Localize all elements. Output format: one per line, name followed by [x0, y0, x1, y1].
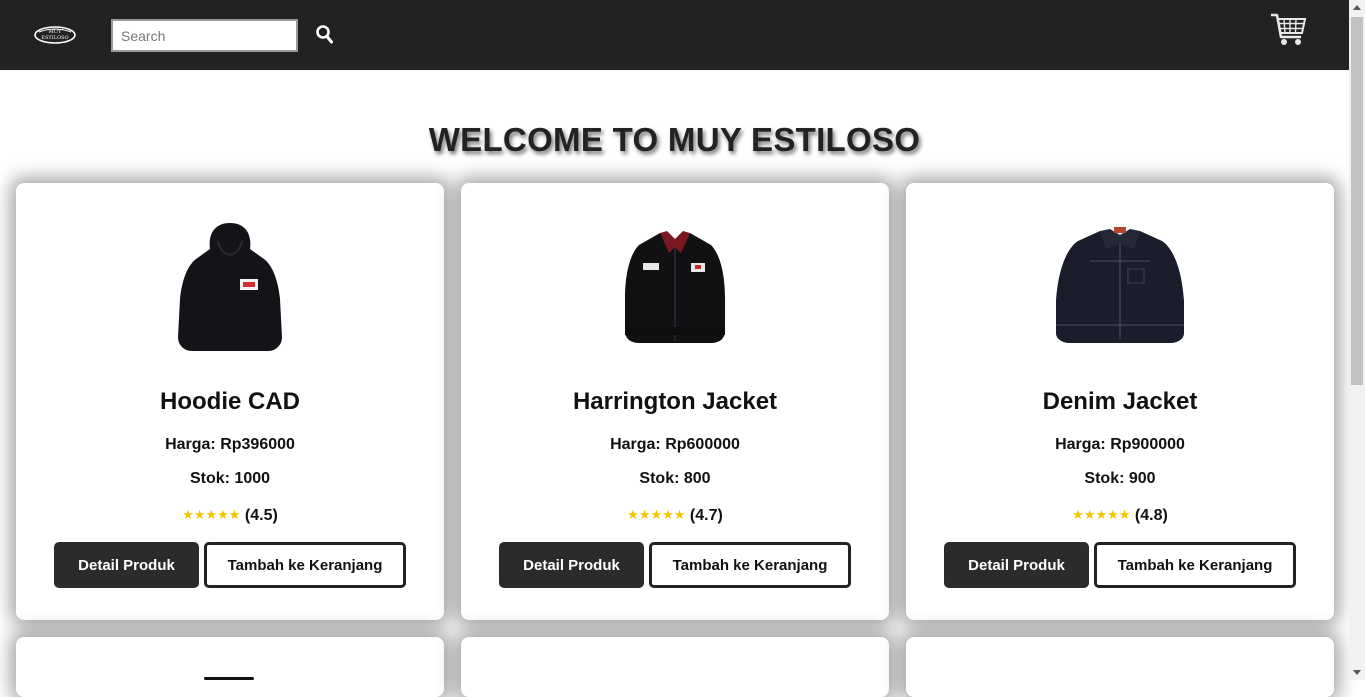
shopping-cart-icon[interactable]: [1269, 11, 1307, 49]
product-card: Harrington Jacket Harga: Rp600000 Stok: …: [461, 183, 889, 620]
product-image-denim[interactable]: [906, 219, 1334, 359]
product-rating: ★★★★★ (4.8): [906, 507, 1334, 525]
product-stock: Stok: 800: [639, 470, 711, 487]
add-to-cart-button[interactable]: Tambah ke Keranjang: [649, 542, 851, 588]
product-card: Denim Jacket Harga: Rp900000 Stok: 900 ★…: [906, 183, 1334, 620]
scroll-down-arrow-icon[interactable]: [1349, 664, 1365, 680]
search-input[interactable]: [111, 19, 298, 52]
star-rating-icon: ★★★★★: [627, 507, 686, 522]
rating-value: (4.8): [1134, 507, 1168, 524]
product-card: [906, 637, 1334, 697]
welcome-heading: WELCOME TO MUY ESTILOSO: [428, 121, 921, 158]
star-rating-icon: ★★★★★: [182, 507, 241, 522]
rating-value: (4.7): [689, 507, 723, 524]
star-rating-icon: ★★★★★: [1072, 507, 1131, 522]
detail-product-button[interactable]: Detail Produk: [54, 542, 199, 588]
product-price: Harga: Rp600000: [610, 436, 740, 453]
product-card: Hoodie CAD Harga: Rp396000 Stok: 1000 ★★…: [16, 183, 444, 620]
top-navbar: MUY ESTILOSO: [0, 0, 1349, 70]
product-card: [16, 637, 444, 697]
search-icon[interactable]: [315, 24, 335, 46]
product-name: Harrington Jacket: [572, 388, 778, 415]
product-card: [461, 637, 889, 697]
brand-logo[interactable]: MUY ESTILOSO: [33, 24, 77, 46]
product-stock: Stok: 1000: [189, 470, 271, 487]
detail-product-button[interactable]: Detail Produk: [944, 542, 1089, 588]
product-stock: Stok: 900: [1084, 470, 1156, 487]
product-rating: ★★★★★ (4.5): [16, 507, 444, 525]
add-to-cart-button[interactable]: Tambah ke Keranjang: [1094, 542, 1296, 588]
scroll-up-arrow-icon[interactable]: [1349, 0, 1365, 16]
product-rating: ★★★★★ (4.7): [461, 507, 889, 525]
product-image-harrington[interactable]: [461, 219, 889, 359]
product-price: Harga: Rp396000: [165, 436, 295, 453]
vertical-scrollbar[interactable]: [1349, 0, 1365, 680]
detail-product-button[interactable]: Detail Produk: [499, 542, 644, 588]
product-name: Denim Jacket: [1042, 388, 1198, 415]
product-image-hoodie[interactable]: [16, 219, 444, 359]
svg-text:ESTILOSO: ESTILOSO: [41, 35, 68, 41]
product-name: Hoodie CAD: [160, 388, 300, 415]
product-price: Harga: Rp900000: [1055, 436, 1185, 453]
rating-value: (4.5): [244, 507, 278, 524]
add-to-cart-button[interactable]: Tambah ke Keranjang: [204, 542, 406, 588]
scrollbar-thumb[interactable]: [1351, 17, 1363, 385]
